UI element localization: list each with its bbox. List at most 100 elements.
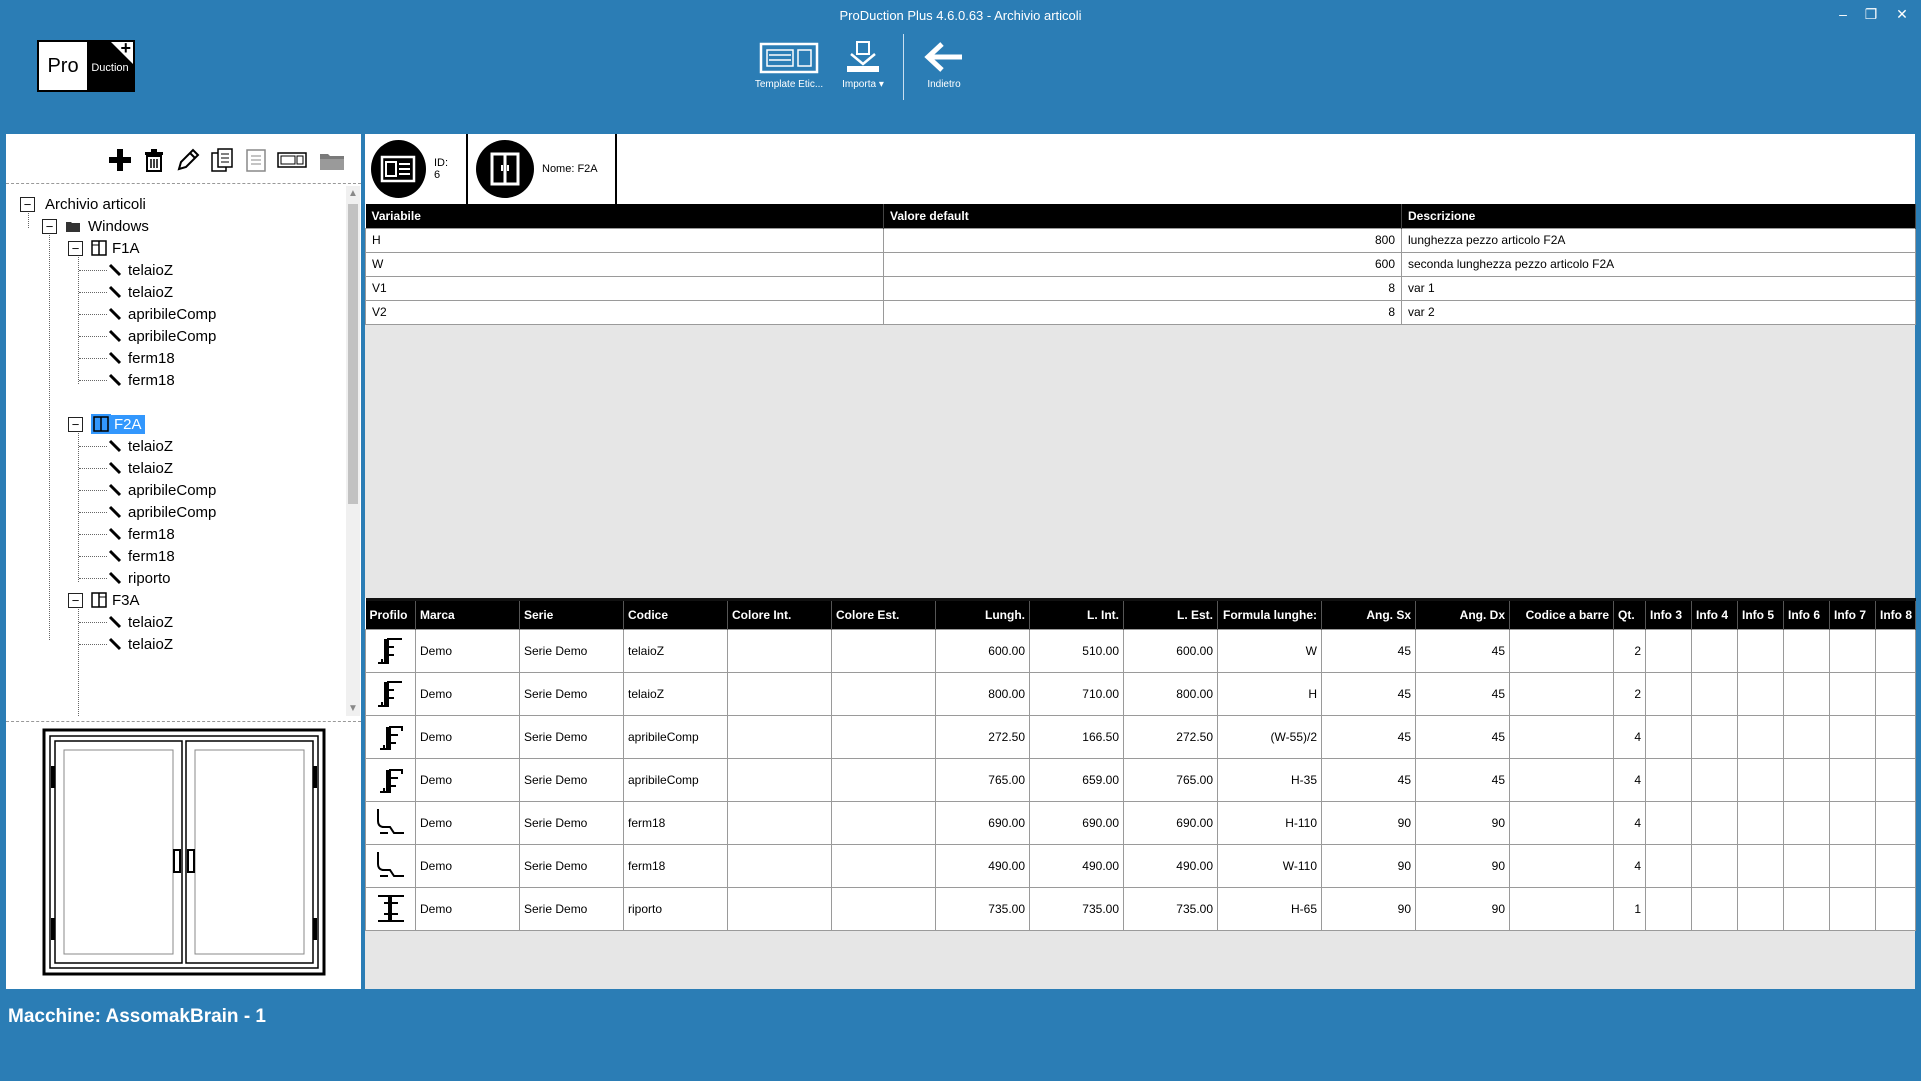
length-cell[interactable]: 690.00 [935, 801, 1030, 845]
variable-row[interactable]: V2 8 var 2 [365, 299, 1916, 325]
tree-node-profile[interactable]: apribileComp [108, 325, 218, 347]
close-button[interactable]: ✕ [1891, 6, 1913, 23]
edit-pencil-icon[interactable] [174, 146, 202, 174]
collapse-icon[interactable]: − [68, 416, 83, 432]
length-ext-cell[interactable]: 272.50 [1123, 715, 1218, 759]
length-ext-cell[interactable]: 765.00 [1123, 758, 1218, 802]
length-ext-cell[interactable]: 735.00 [1123, 887, 1218, 931]
length-ext-cell[interactable]: 800.00 [1123, 672, 1218, 716]
length-cell[interactable]: 765.00 [935, 758, 1030, 802]
info-cell[interactable] [1645, 672, 1692, 716]
series-cell[interactable]: Serie Demo [519, 844, 624, 888]
column-header-l-int[interactable]: L. Int. [1029, 599, 1124, 630]
tree-node-f1a[interactable]: − F1A [68, 237, 142, 259]
collapse-icon[interactable]: − [42, 218, 57, 234]
back-button[interactable]: Indietro [918, 38, 970, 90]
minimize-button[interactable]: – [1832, 6, 1854, 22]
barcode-cell[interactable] [1509, 672, 1614, 716]
length-formula-cell[interactable]: W [1217, 629, 1322, 673]
series-cell[interactable]: Serie Demo [519, 887, 624, 931]
info-cell[interactable] [1691, 629, 1738, 673]
piece-row[interactable]: Demo Serie Demo ferm18 490.00 490.00 490.00 W-… [365, 844, 1916, 888]
code-cell[interactable]: telaioZ [623, 629, 728, 673]
trash-icon[interactable] [140, 146, 168, 174]
color-ext-cell[interactable] [831, 672, 936, 716]
barcode-cell[interactable] [1509, 715, 1614, 759]
quantity-cell[interactable]: 4 [1613, 758, 1646, 802]
info-cell[interactable] [1875, 887, 1916, 931]
tree-node-root[interactable]: − Archivio articoli [20, 193, 148, 215]
collapse-icon[interactable]: − [68, 240, 83, 256]
info-cell[interactable] [1783, 801, 1830, 845]
color-int-cell[interactable] [727, 887, 832, 931]
code-cell[interactable]: ferm18 [623, 801, 728, 845]
quantity-cell[interactable]: 2 [1613, 672, 1646, 716]
info-cell[interactable] [1691, 672, 1738, 716]
scroll-up-icon[interactable]: ▲ [346, 188, 360, 199]
tree-node-profile[interactable]: ferm18 [108, 523, 177, 545]
import-button[interactable]: Importa ▾ [834, 38, 892, 90]
tree-node-profile[interactable]: ferm18 [108, 369, 177, 391]
info-cell[interactable] [1783, 758, 1830, 802]
info-cell[interactable] [1875, 758, 1916, 802]
column-header-colore-int[interactable]: Colore Int. [727, 599, 832, 630]
column-header-info-4[interactable]: Info 4 [1691, 599, 1738, 630]
default-value-cell[interactable]: 800 [883, 227, 1402, 253]
tree-node-profile[interactable]: telaioZ [108, 281, 175, 303]
quantity-cell[interactable]: 4 [1613, 801, 1646, 845]
info-cell[interactable] [1737, 672, 1784, 716]
description-cell[interactable]: seconda lunghezza pezzo articolo F2A [1401, 251, 1916, 277]
info-cell[interactable] [1829, 672, 1876, 716]
column-header-variable[interactable]: Variabile [365, 204, 884, 228]
info-cell[interactable] [1645, 758, 1692, 802]
column-header-default-value[interactable]: Valore default [883, 204, 1402, 228]
tree-node-f2a[interactable]: − F2A [68, 413, 145, 435]
color-ext-cell[interactable] [831, 758, 936, 802]
angle-left-cell[interactable]: 45 [1321, 672, 1416, 716]
info-cell[interactable] [1829, 629, 1876, 673]
length-formula-cell[interactable]: W-110 [1217, 844, 1322, 888]
brand-cell[interactable]: Demo [415, 629, 520, 673]
series-cell[interactable]: Serie Demo [519, 715, 624, 759]
piece-row[interactable]: Demo Serie Demo telaioZ 800.00 710.00 800.00 H… [365, 672, 1916, 716]
column-header-lungh[interactable]: Lungh. [935, 599, 1030, 630]
info-cell[interactable] [1829, 887, 1876, 931]
template-label-button[interactable]: Template Etic... [752, 38, 826, 90]
color-ext-cell[interactable] [831, 715, 936, 759]
tree-node-profile[interactable]: telaioZ [108, 457, 175, 479]
info-cell[interactable] [1645, 887, 1692, 931]
info-cell[interactable] [1783, 715, 1830, 759]
color-int-cell[interactable] [727, 629, 832, 673]
info-cell[interactable] [1691, 758, 1738, 802]
code-cell[interactable]: telaioZ [623, 672, 728, 716]
color-int-cell[interactable] [727, 758, 832, 802]
info-cell[interactable] [1829, 844, 1876, 888]
quantity-cell[interactable]: 4 [1613, 715, 1646, 759]
length-ext-cell[interactable]: 600.00 [1123, 629, 1218, 673]
length-formula-cell[interactable]: H-65 [1217, 887, 1322, 931]
info-cell[interactable] [1691, 887, 1738, 931]
info-cell[interactable] [1645, 629, 1692, 673]
info-cell[interactable] [1875, 844, 1916, 888]
description-cell[interactable]: lunghezza pezzo articolo F2A [1401, 227, 1916, 253]
tree-node-profile[interactable]: ferm18 [108, 347, 177, 369]
length-int-cell[interactable]: 710.00 [1029, 672, 1124, 716]
piece-row[interactable]: Demo Serie Demo apribileComp 272.50 166.50 27… [365, 715, 1916, 759]
info-cell[interactable] [1737, 887, 1784, 931]
column-header-info-8[interactable]: Info 8 [1875, 599, 1916, 630]
column-header-qt[interactable]: Qt. [1613, 599, 1646, 630]
column-header-profilo[interactable]: Profilo [365, 599, 416, 630]
color-ext-cell[interactable] [831, 887, 936, 931]
column-header-serie[interactable]: Serie [519, 599, 624, 630]
length-ext-cell[interactable]: 490.00 [1123, 844, 1218, 888]
angle-right-cell[interactable]: 45 [1415, 629, 1510, 673]
column-header-colore-est[interactable]: Colore Est. [831, 599, 936, 630]
info-cell[interactable] [1691, 801, 1738, 845]
info-cell[interactable] [1645, 715, 1692, 759]
scrollbar-thumb[interactable] [348, 204, 358, 504]
angle-left-cell[interactable]: 90 [1321, 844, 1416, 888]
info-cell[interactable] [1783, 629, 1830, 673]
tree-node-profile[interactable]: apribileComp [108, 479, 218, 501]
angle-right-cell[interactable]: 45 [1415, 672, 1510, 716]
length-cell[interactable]: 272.50 [935, 715, 1030, 759]
